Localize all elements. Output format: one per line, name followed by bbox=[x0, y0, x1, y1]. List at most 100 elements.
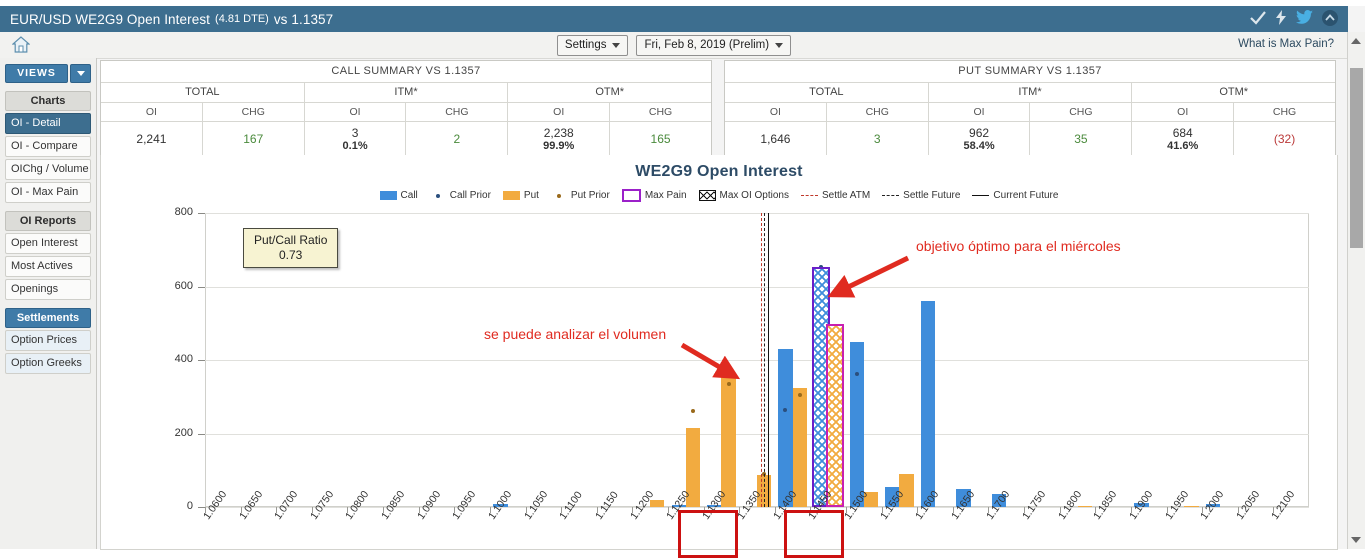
y-axis-tick-label: 400 bbox=[174, 353, 193, 365]
strike-highlight-box-1.1450 bbox=[784, 510, 845, 558]
legend-marker-square-icon bbox=[379, 191, 397, 200]
call-cell: 2 bbox=[406, 122, 509, 155]
call-column-header: CHG bbox=[202, 103, 305, 122]
legend-item-put[interactable]: Put bbox=[502, 190, 539, 201]
toolbar: Settings Fri, Feb 8, 2019 (Prelim) What … bbox=[0, 32, 1348, 59]
summary-tables: CALL SUMMARY VS 1.1357 TOTAL ITM* OTM* OI C… bbox=[100, 60, 1336, 156]
call-bar[interactable] bbox=[849, 341, 864, 507]
legend-item-max-oi-options[interactable]: Max OI Options bbox=[698, 190, 789, 201]
legend-item-settle-atm[interactable]: Settle ATM bbox=[800, 190, 870, 201]
date-dropdown[interactable]: Fri, Feb 8, 2019 (Prelim) bbox=[636, 35, 792, 56]
put-cell: 684 41.6% bbox=[1132, 122, 1235, 155]
call-prior-marker bbox=[854, 371, 859, 376]
legend-marker-dot-icon bbox=[435, 193, 440, 198]
put-column-header: CHG bbox=[826, 103, 929, 122]
chart-title: WE2G9 Open Interest bbox=[635, 163, 803, 180]
legend-item-call-prior[interactable]: Call Prior bbox=[430, 190, 491, 201]
put-bar[interactable] bbox=[792, 387, 807, 507]
put-group-header: ITM* bbox=[928, 83, 1133, 103]
views-button[interactable]: VIEWS bbox=[5, 64, 68, 83]
put-cell-value: 684 bbox=[1172, 125, 1193, 140]
lightning-icon[interactable] bbox=[1275, 10, 1287, 28]
legend-label: Settle Future bbox=[903, 190, 961, 201]
scroll-up-icon[interactable] bbox=[1351, 38, 1361, 44]
legend-item-put-prior[interactable]: Put Prior bbox=[551, 190, 610, 201]
y-axis-tick-label: 600 bbox=[174, 279, 193, 292]
sidebar-item-oi-compare[interactable]: OI - Compare bbox=[5, 136, 91, 157]
sidebar-item-most-actives[interactable]: Most Actives bbox=[5, 256, 91, 277]
put-bar[interactable] bbox=[1184, 505, 1199, 507]
y-axis-tick bbox=[198, 360, 205, 361]
vertical-scrollbar[interactable] bbox=[1347, 32, 1365, 549]
put-bar[interactable] bbox=[721, 375, 736, 507]
collapse-icon[interactable] bbox=[1322, 9, 1338, 29]
call-cell-value: 3 bbox=[351, 125, 359, 140]
put-summary-caption: PUT SUMMARY VS 1.1357 bbox=[725, 61, 1335, 83]
views-dropdown-toggle[interactable] bbox=[70, 64, 91, 83]
window-title-dte: (4.81 DTE) bbox=[215, 13, 269, 25]
call-column-header: OI bbox=[508, 103, 611, 122]
y-axis-tick-label: 200 bbox=[174, 426, 193, 439]
chevron-down-icon bbox=[612, 43, 621, 48]
call-cell: 2,241 bbox=[101, 122, 203, 155]
call-bar[interactable] bbox=[920, 301, 936, 507]
put-call-ratio-label: Put/Call Ratio bbox=[254, 233, 328, 247]
legend-label: Put Prior bbox=[570, 190, 610, 201]
call-column-header: OI bbox=[304, 103, 407, 122]
gridline bbox=[205, 360, 1309, 361]
settings-label: Settings bbox=[564, 39, 607, 51]
put-cell-pct: 41.6% bbox=[1167, 139, 1199, 152]
call-group-header: ITM* bbox=[304, 83, 509, 103]
call-cell-value: 2,241 bbox=[136, 131, 167, 146]
sidebar-item-option-prices[interactable]: Option Prices bbox=[5, 330, 91, 351]
call-summary-groups: TOTAL ITM* OTM* bbox=[101, 83, 712, 103]
sidebar-item-openings[interactable]: Openings bbox=[5, 279, 91, 300]
sidebar-item-open-interest[interactable]: Open Interest bbox=[5, 233, 91, 254]
call-cell-value: 167 bbox=[243, 131, 264, 146]
put-column-header: OI bbox=[928, 103, 1031, 122]
call-summary-caption: CALL SUMMARY VS 1.1357 bbox=[101, 61, 711, 83]
legend-label: Put bbox=[523, 190, 539, 201]
chart-legend: Call Call Prior Put Put Prior Max Pain Max OI… bbox=[101, 189, 1337, 202]
legend-marker-hatched-box-icon bbox=[698, 190, 716, 201]
sidebar-item-oichg-volume[interactable]: OIChg / Volume bbox=[5, 159, 91, 180]
y-axis-tick-label: 800 bbox=[174, 206, 193, 218]
put-column-header: OI bbox=[1132, 103, 1235, 122]
put-cell: 962 58.4% bbox=[929, 122, 1031, 155]
settings-dropdown[interactable]: Settings bbox=[556, 35, 629, 56]
call-column-header: CHG bbox=[406, 103, 509, 122]
put-cell: 35 bbox=[1030, 122, 1133, 155]
scroll-down-icon[interactable] bbox=[1351, 537, 1361, 543]
call-cell-pct: 99.9% bbox=[543, 139, 575, 152]
legend-item-current-future[interactable]: Current Future bbox=[972, 190, 1058, 201]
put-cell: (32) bbox=[1234, 122, 1335, 155]
put-cell-pct: 58.4% bbox=[963, 139, 995, 152]
annotation-objective-text: objetivo óptimo para el miércoles bbox=[916, 238, 1121, 254]
twitter-icon[interactable] bbox=[1296, 10, 1313, 28]
sidebar-item-oi-max-pain[interactable]: OI - Max Pain bbox=[5, 182, 91, 203]
put-bar[interactable] bbox=[1077, 505, 1092, 507]
what-is-max-pain-link[interactable]: What is Max Pain? bbox=[1238, 38, 1334, 50]
legend-marker-dot-icon bbox=[556, 193, 561, 198]
legend-item-max-pain[interactable]: Max Pain bbox=[621, 189, 687, 202]
call-cell: 167 bbox=[203, 122, 305, 155]
legend-marker-dashed-line-icon bbox=[800, 195, 818, 196]
call-cell-value: 165 bbox=[650, 131, 671, 146]
window-title-vs: vs 1.1357 bbox=[273, 11, 334, 27]
legend-item-settle-future[interactable]: Settle Future bbox=[882, 190, 960, 201]
put-column-header: CHG bbox=[1234, 103, 1335, 122]
put-call-ratio-value: 0.73 bbox=[279, 248, 303, 262]
legend-item-call[interactable]: Call bbox=[379, 190, 418, 201]
call-cell: 165 bbox=[610, 122, 711, 155]
legend-label: Current Future bbox=[993, 190, 1059, 201]
put-cell-value: 1,646 bbox=[760, 131, 791, 146]
sidebar-item-oi-detail[interactable]: OI - Detail bbox=[5, 113, 91, 134]
legend-marker-square-icon bbox=[502, 191, 520, 200]
sidebar-item-option-greeks[interactable]: Option Greeks bbox=[5, 353, 91, 374]
settle-future-line bbox=[764, 213, 766, 507]
call-bar[interactable] bbox=[778, 348, 793, 507]
legend-marker-solid-line-icon bbox=[972, 195, 990, 196]
check-icon[interactable] bbox=[1250, 10, 1266, 28]
scrollbar-thumb[interactable] bbox=[1350, 68, 1363, 248]
put-summary-table: PUT SUMMARY VS 1.1357 TOTAL ITM* OTM* OI CH… bbox=[724, 60, 1336, 156]
